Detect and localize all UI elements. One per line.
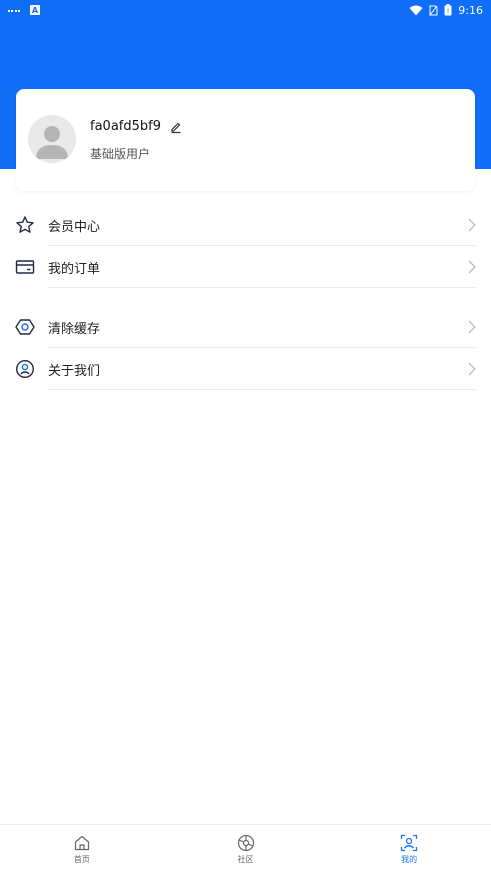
card-icon (15, 257, 35, 277)
bottom-nav: 首页 社区 我的 (0, 824, 491, 874)
battery-icon: ! (444, 4, 452, 16)
status-bar: A ! 9:16 (0, 0, 491, 20)
chevron-right-icon (468, 320, 476, 334)
notification-dots-icon (8, 9, 20, 12)
star-icon (15, 215, 35, 235)
tab-label: 我的 (401, 855, 418, 864)
username: fa0afd5bf9 (90, 119, 161, 134)
user-level: 基础版用户 (90, 147, 151, 161)
menu-item-label: 我的订单 (48, 261, 101, 277)
chevron-right-icon (468, 218, 476, 232)
divider (48, 287, 475, 288)
no-sim-icon (429, 5, 438, 15)
user-circle-icon (15, 359, 35, 379)
profile-card[interactable]: fa0afd5bf9 基础版用户 (16, 89, 475, 191)
hexagon-icon (15, 317, 35, 337)
menu-group-account: 会员中心 我的订单 (0, 204, 491, 288)
divider (48, 389, 475, 390)
menu-item-clear-cache[interactable]: 清除缓存 (0, 306, 491, 348)
chevron-right-icon (468, 362, 476, 376)
profile-scan-icon (401, 834, 418, 852)
menu-item-about-us[interactable]: 关于我们 (0, 348, 491, 390)
default-avatar-icon (28, 115, 76, 163)
menu-group-app: 清除缓存 关于我们 (0, 306, 491, 390)
screen: A ! 9:16 fa0afd5bf9 基础版用户 会员中心 我的订单 清除缓存… (0, 0, 491, 874)
menu-item-my-orders[interactable]: 我的订单 (0, 246, 491, 288)
chevron-right-icon (468, 260, 476, 274)
tab-label: 首页 (73, 855, 90, 864)
tab-label: 社区 (237, 855, 254, 864)
tab-mine[interactable]: 我的 (327, 825, 491, 874)
wifi-icon (409, 5, 423, 15)
edit-icon[interactable] (169, 120, 183, 134)
tab-home[interactable]: 首页 (0, 825, 164, 874)
svg-text:!: ! (447, 8, 450, 16)
home-icon (74, 835, 89, 851)
community-icon (237, 834, 254, 852)
menu-item-label: 会员中心 (48, 219, 101, 235)
app-notification-icon: A (30, 5, 40, 15)
tab-community[interactable]: 社区 (164, 825, 328, 874)
username-row: fa0afd5bf9 (90, 119, 183, 134)
status-time: 9:16 (458, 3, 483, 17)
avatar[interactable] (28, 115, 76, 163)
menu-item-member-center[interactable]: 会员中心 (0, 204, 491, 246)
menu-item-label: 清除缓存 (48, 321, 101, 337)
menu-item-label: 关于我们 (48, 363, 101, 379)
